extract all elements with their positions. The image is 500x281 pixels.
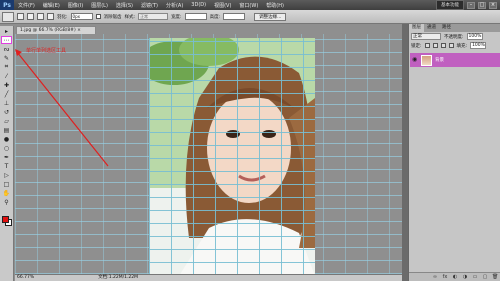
delete-layer-icon[interactable]: 🗑	[492, 274, 498, 280]
lock-transparent-icon[interactable]	[424, 43, 430, 48]
status-bar: 66.77% 文档:1.22M/1.22M	[15, 274, 402, 281]
layer-style-icon[interactable]: fx	[442, 274, 448, 280]
lock-row: 锁定: 填充: 100%	[409, 41, 500, 50]
new-layer-icon[interactable]: ▢	[482, 274, 488, 280]
fill-input[interactable]: 100%	[470, 42, 487, 49]
blend-row: 正常 不透明度: 100%	[409, 32, 500, 41]
photoshop-window: Ps 文件(F) 编辑(E) 图像(I) 图层(L) 选择(S) 滤镜(T) 分…	[0, 0, 500, 281]
lock-position-icon[interactable]	[440, 43, 446, 48]
layers-panel: 图层 通道 路径 正常 不透明度: 100% 锁定: 填充: 100% ◉ 背景…	[408, 24, 500, 281]
foreground-color-swatch[interactable]	[2, 216, 9, 223]
lock-label: 锁定:	[411, 43, 422, 49]
layer-name: 背景	[435, 58, 444, 63]
annotation-text: 单行单列选区工具	[26, 48, 67, 54]
fill-label: 填充:	[456, 43, 468, 49]
zoom-level[interactable]: 66.77%	[17, 275, 34, 281]
opacity-input[interactable]: 100%	[466, 33, 483, 40]
tab-channels[interactable]: 通道	[424, 24, 439, 32]
panel-tabs: 图层 通道 路径	[409, 24, 500, 32]
new-group-icon[interactable]: ▭	[472, 274, 478, 280]
tab-layers[interactable]: 图层	[409, 24, 424, 32]
adjustment-layer-icon[interactable]: ◑	[462, 274, 468, 280]
document-size: 文档:1.22M/1.22M	[98, 275, 139, 280]
add-mask-icon[interactable]: ◐	[452, 274, 458, 280]
lock-pixels-icon[interactable]	[432, 43, 438, 48]
layer-thumbnail	[421, 54, 432, 66]
visibility-eye-icon[interactable]: ◉	[412, 57, 418, 63]
lock-all-icon[interactable]	[448, 43, 454, 48]
tab-paths[interactable]: 路径	[439, 24, 454, 32]
link-layers-icon[interactable]: ∞	[432, 274, 438, 280]
opacity-label: 不透明度:	[444, 34, 464, 40]
layers-panel-footer: ∞ fx ◐ ◑ ▭ ▢ 🗑	[409, 272, 500, 281]
blend-mode-select[interactable]: 正常	[411, 33, 441, 40]
layer-row-background[interactable]: ◉ 背景	[410, 53, 500, 67]
